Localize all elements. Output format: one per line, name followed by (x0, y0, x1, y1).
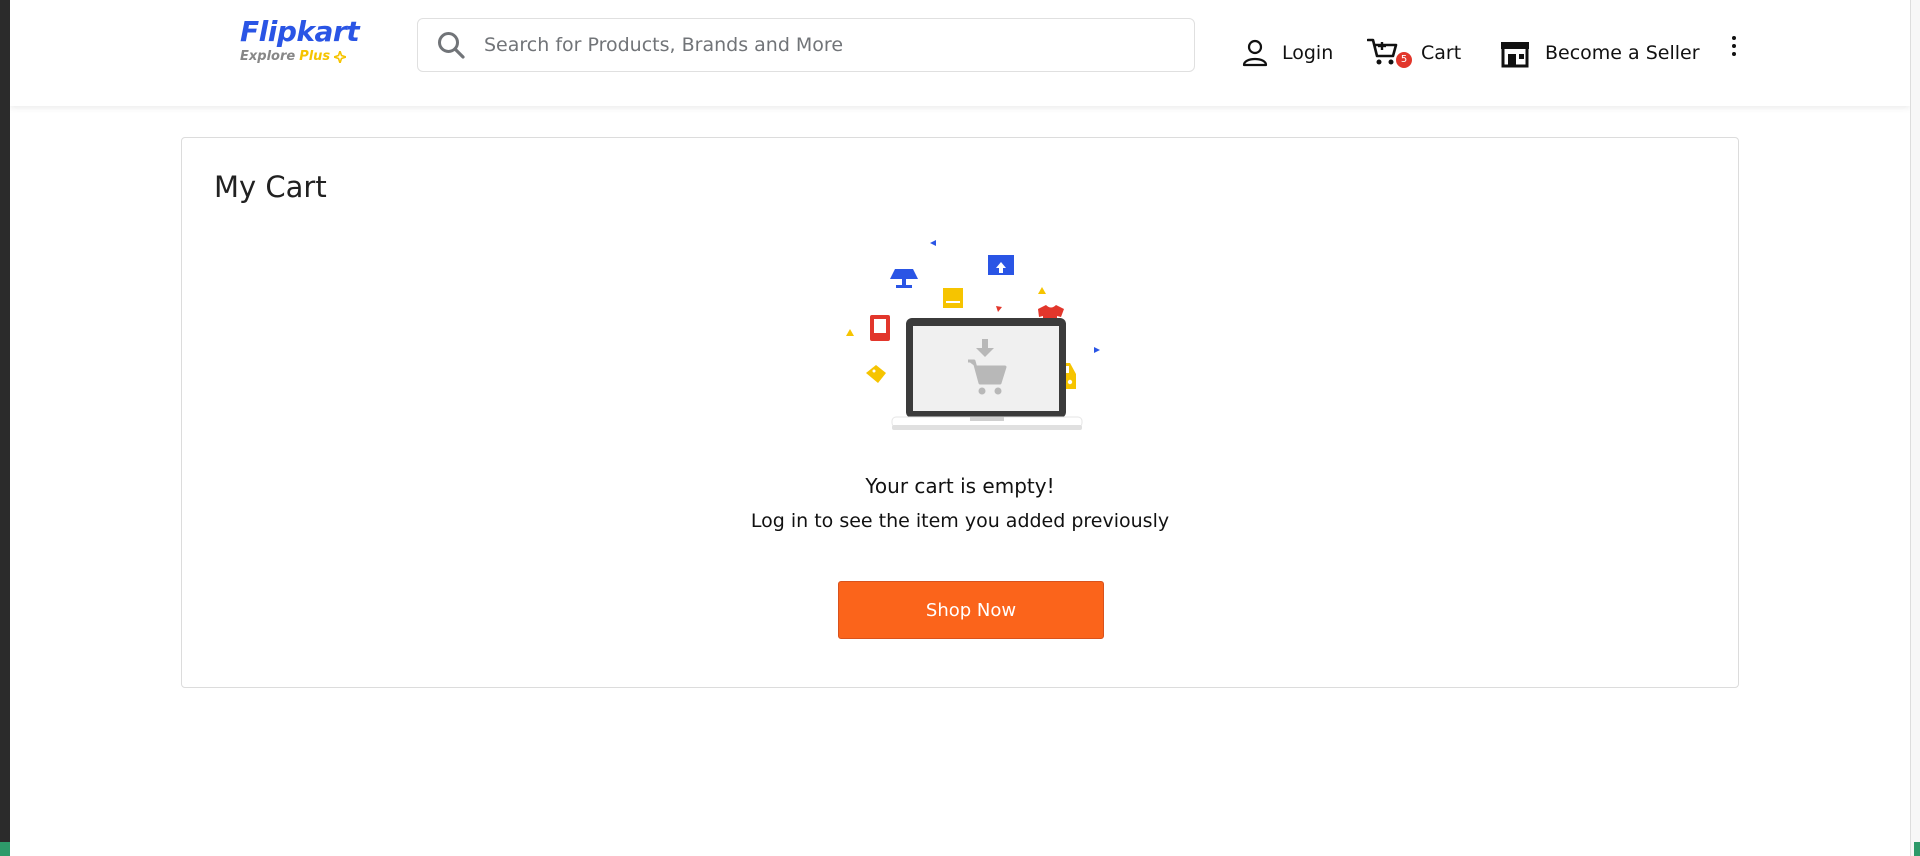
tag-icon (866, 365, 886, 383)
lamp-stand (902, 279, 906, 285)
seller-label: Become a Seller (1545, 42, 1700, 64)
confetti-triangle (996, 306, 1002, 312)
lamp-base (896, 285, 912, 288)
taskbar-accent (0, 842, 10, 856)
more-vertical-icon (1732, 36, 1736, 56)
lamp-icon (890, 269, 918, 279)
logo-wordmark: Flipkart (240, 15, 360, 48)
cart-card: My Cart Your cart is empty! Log in to se… (181, 137, 1739, 688)
search-bar (417, 18, 1195, 72)
search-input[interactable] (482, 24, 1194, 66)
confetti-triangle (1094, 347, 1100, 353)
plus-star-icon (334, 50, 347, 63)
browser-viewport: Flipkart Explore Plus Search for Product… (10, 0, 1910, 856)
empty-cart-subtitle: Log in to see the item you added previou… (750, 510, 1170, 532)
confetti-triangle (846, 329, 854, 336)
download-arrow (982, 339, 988, 349)
cart-label: Cart (1421, 42, 1462, 64)
logo-subtitle: Explore Plus (240, 49, 360, 64)
logo-plus-text: Plus (299, 49, 331, 64)
logo-explore-text: Explore (240, 49, 296, 64)
cart-count-badge: 5 (1395, 51, 1413, 69)
cart-link[interactable]: 5 Cart (1366, 30, 1462, 76)
shop-now-button[interactable]: Shop Now (838, 581, 1104, 639)
scrollbar-track[interactable] (1910, 0, 1920, 856)
page-title: My Cart (214, 170, 327, 204)
search-icon[interactable] (434, 28, 468, 62)
login-link[interactable]: Login (1242, 30, 1333, 76)
cart-icon (1366, 38, 1398, 65)
site-header: Flipkart Explore Plus Search for Product… (10, 0, 1910, 106)
more-options-button[interactable] (1726, 32, 1742, 60)
empty-cart-illustration (846, 240, 1100, 430)
login-label: Login (1282, 42, 1334, 64)
confetti-triangle (930, 240, 936, 246)
book-icon (943, 288, 963, 308)
flipkart-logo[interactable]: Flipkart Explore Plus (240, 16, 360, 70)
become-seller-link[interactable]: Become a Seller (1499, 30, 1700, 76)
store-icon (1501, 42, 1529, 68)
cart-icon-wrapper: 5 (1366, 37, 1413, 69)
empty-cart-title: Your cart is empty! (865, 474, 1055, 498)
user-icon (1242, 39, 1268, 67)
taskbar-accent (1914, 842, 1920, 856)
confetti-triangle (1038, 287, 1046, 294)
